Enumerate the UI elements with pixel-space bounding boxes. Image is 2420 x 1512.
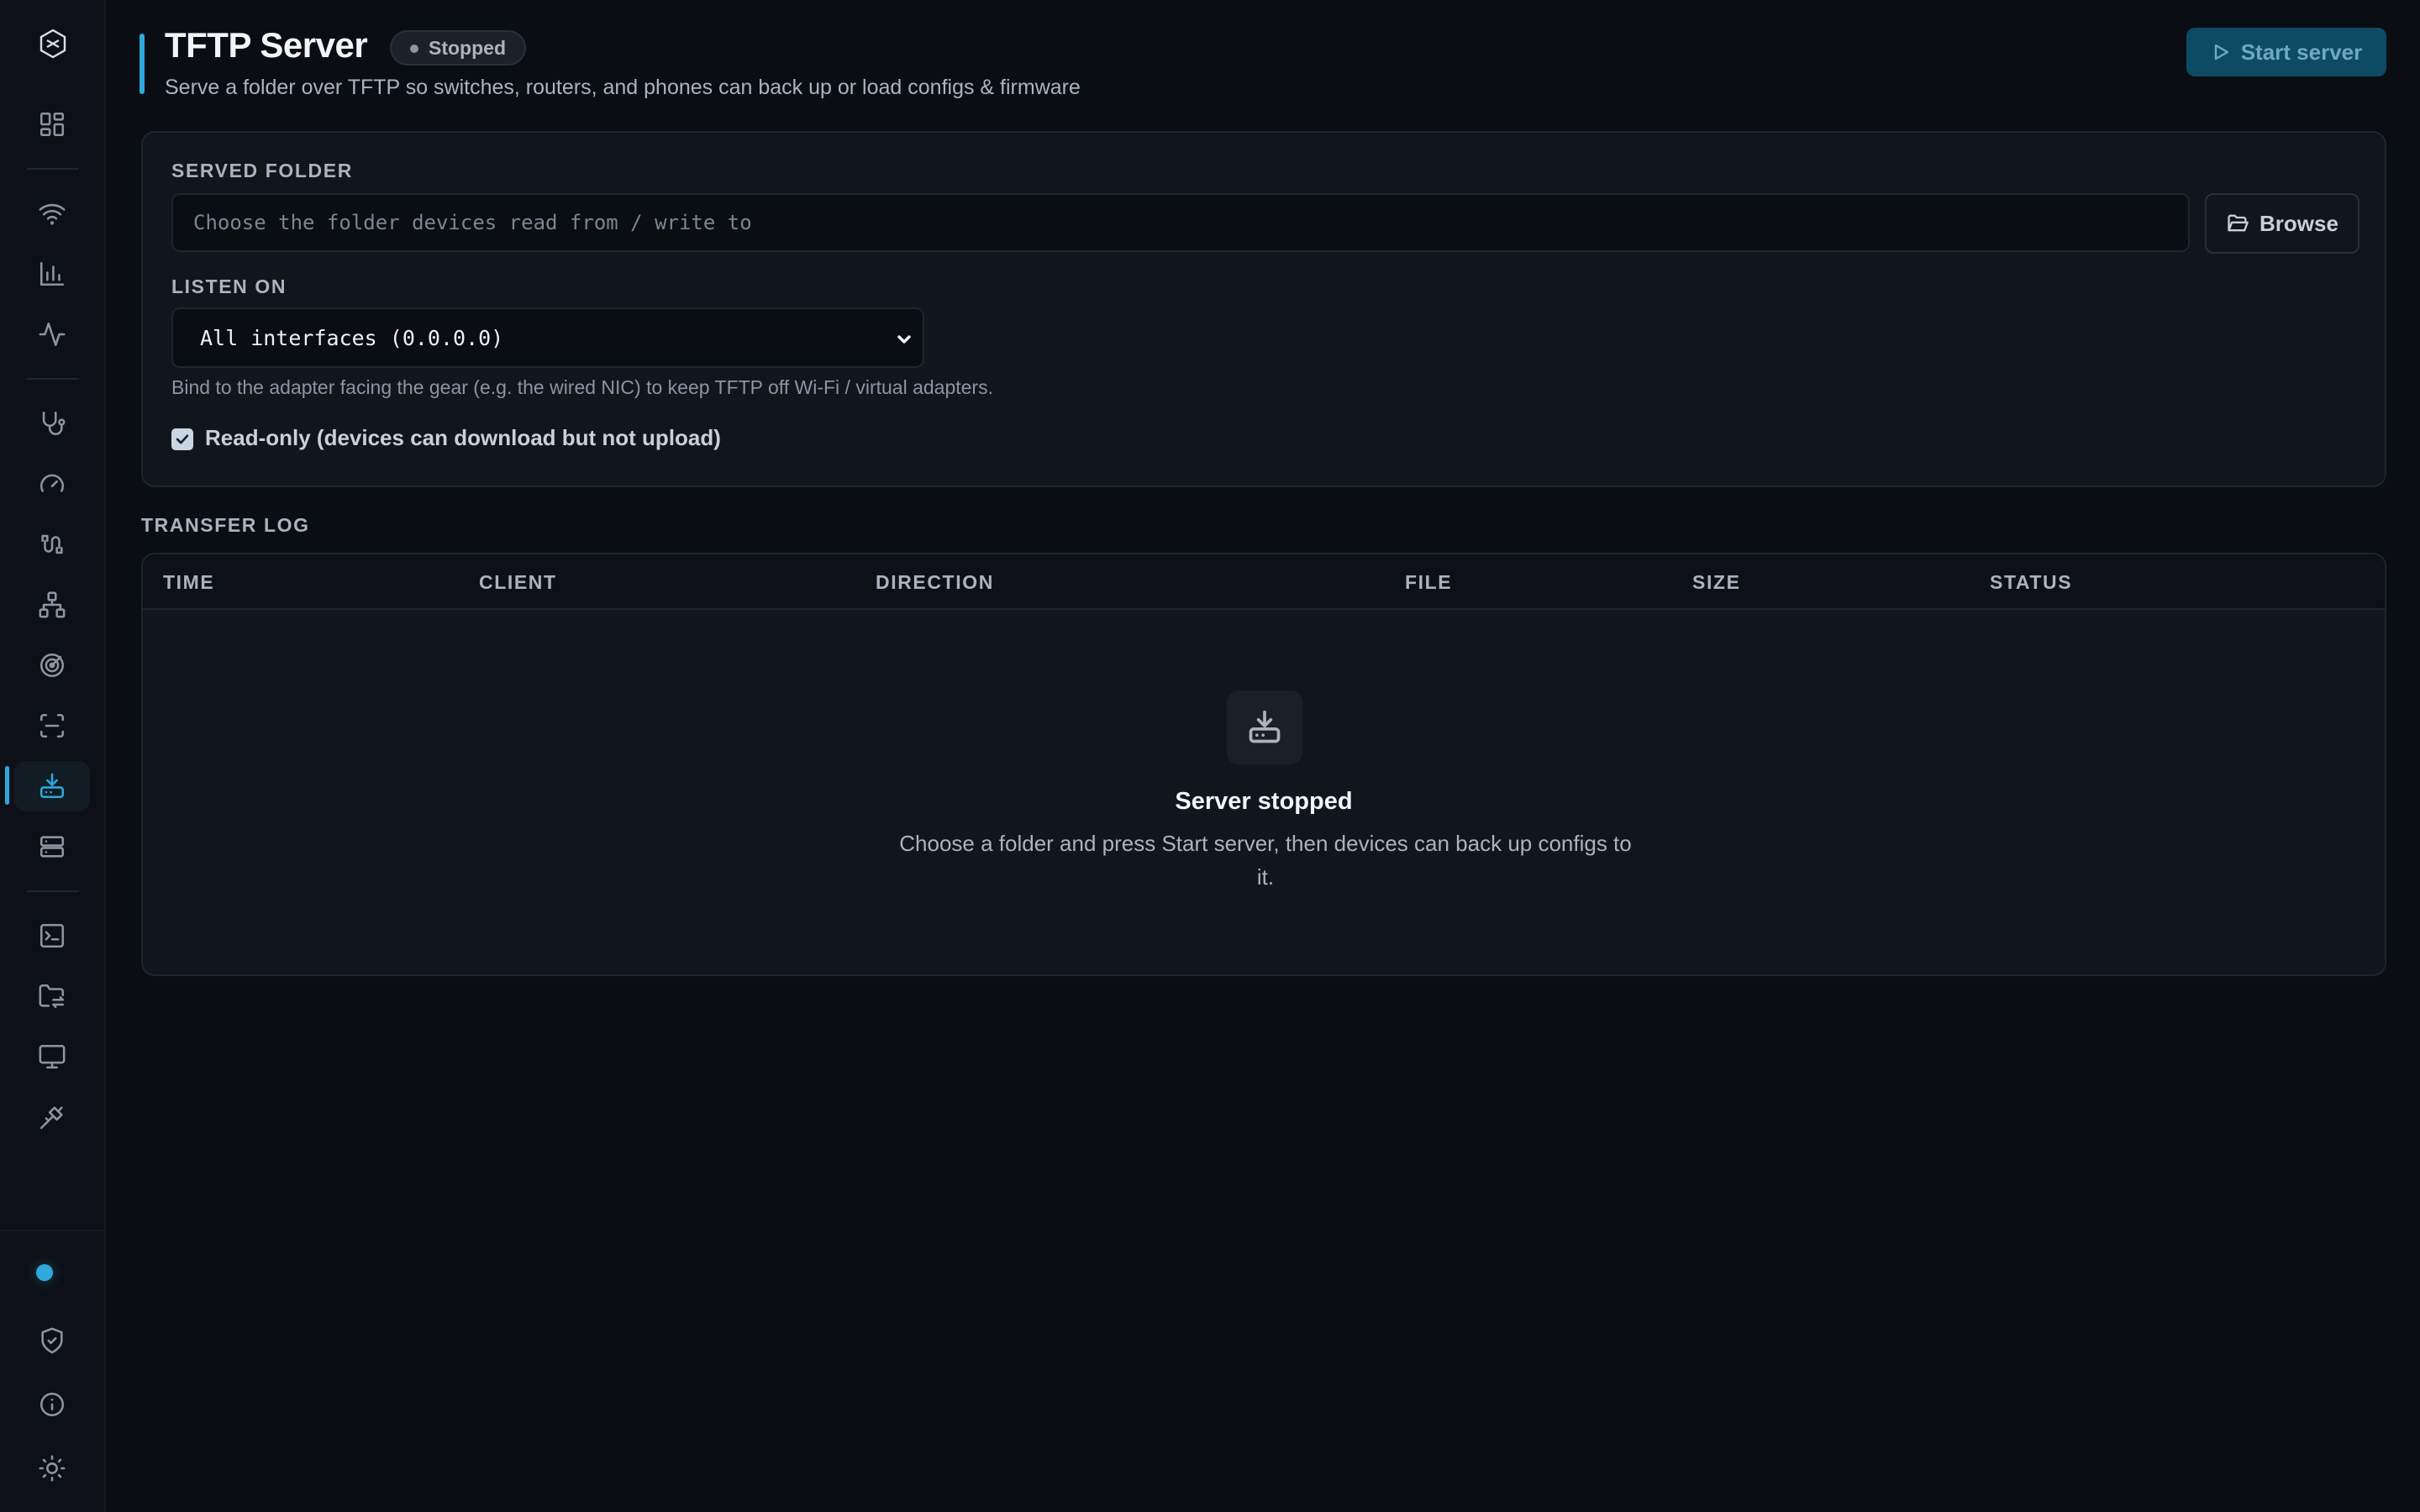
- title-accent-bar: [139, 34, 145, 94]
- download-tray-icon: [1227, 690, 1302, 764]
- shield-icon[interactable]: [14, 1315, 90, 1366]
- column-header-file[interactable]: FILE: [1405, 571, 1452, 594]
- grid-icon[interactable]: [14, 99, 90, 150]
- empty-state-text: Choose a folder and press Start server, …: [899, 831, 1632, 890]
- server-icon[interactable]: [14, 822, 90, 872]
- browse-button[interactable]: Browse: [2205, 193, 2360, 254]
- status-dot: [410, 45, 418, 53]
- folder-open-icon: [2228, 214, 2249, 232]
- listen-on-label: LISTEN ON: [171, 276, 287, 297]
- sun-icon[interactable]: [14, 1443, 90, 1494]
- column-header-time[interactable]: TIME: [163, 571, 214, 594]
- folder-sync-icon[interactable]: [14, 971, 90, 1021]
- app-logo-icon[interactable]: [28, 18, 78, 69]
- column-header-size[interactable]: SIZE: [1692, 571, 1741, 594]
- empty-state-title: Server stopped: [1175, 788, 1353, 815]
- info-icon[interactable]: [14, 1379, 90, 1430]
- column-header-direction[interactable]: DIRECTION: [876, 571, 994, 594]
- served-folder-input[interactable]: [171, 193, 2190, 252]
- listen-interface-value: All interfaces (0.0.0.0): [200, 325, 504, 350]
- status-badge: Stopped: [390, 30, 526, 66]
- browse-button-label: Browse: [2260, 210, 2338, 236]
- listen-interface-select[interactable]: All interfaces (0.0.0.0): [171, 307, 924, 368]
- page-title: TFTP Server: [165, 25, 368, 65]
- sidebar: [0, 0, 106, 1512]
- terminal-icon[interactable]: [14, 911, 90, 961]
- sidebar-footer-divider: [0, 1230, 106, 1231]
- sidebar-divider: [27, 378, 79, 380]
- page-subtitle: Serve a folder over TFTP so switches, ro…: [165, 76, 1081, 99]
- plug-icon[interactable]: [14, 1092, 90, 1142]
- play-icon: [2214, 44, 2228, 60]
- column-header-client[interactable]: CLIENT: [479, 571, 557, 594]
- listen-hint-text: Bind to the adapter facing the gear (e.g…: [171, 376, 993, 398]
- stethoscope-icon[interactable]: [14, 398, 90, 449]
- chevron-down-icon: [894, 329, 914, 349]
- scan-icon[interactable]: [14, 701, 90, 751]
- sidebar-divider: [27, 168, 79, 170]
- readonly-checkbox[interactable]: [171, 428, 193, 450]
- cable-icon[interactable]: [14, 519, 90, 570]
- download-tray-icon[interactable]: [14, 761, 90, 811]
- server-config-card: SERVED FOLDER Browse LISTEN ON All inter…: [141, 131, 2386, 487]
- wifi-icon[interactable]: [14, 188, 90, 239]
- network-icon[interactable]: [14, 580, 90, 630]
- monitor-icon[interactable]: [14, 1032, 90, 1082]
- transfer-log-label: TRANSFER LOG: [141, 514, 310, 536]
- column-header-status[interactable]: STATUS: [1990, 571, 2072, 594]
- status-dot-icon: [36, 1264, 53, 1281]
- table-header: TIME CLIENT DIRECTION FILE SIZE STATUS: [143, 554, 2385, 610]
- checkmark-icon: [176, 434, 189, 444]
- radar-icon[interactable]: [14, 640, 90, 690]
- transfer-log-table: TIME CLIENT DIRECTION FILE SIZE STATUS S…: [141, 553, 2386, 976]
- activity-icon[interactable]: [14, 309, 90, 360]
- start-server-button[interactable]: Start server: [2186, 28, 2386, 76]
- served-folder-label: SERVED FOLDER: [171, 160, 353, 181]
- active-indicator: [5, 766, 9, 805]
- gauge-icon[interactable]: [14, 459, 90, 509]
- sidebar-divider: [27, 890, 79, 892]
- readonly-checkbox-label[interactable]: Read-only (devices can download but not …: [205, 425, 721, 451]
- bar-chart-icon[interactable]: [14, 249, 90, 299]
- status-badge-label: Stopped: [429, 36, 506, 59]
- start-server-label: Start server: [2240, 39, 2363, 65]
